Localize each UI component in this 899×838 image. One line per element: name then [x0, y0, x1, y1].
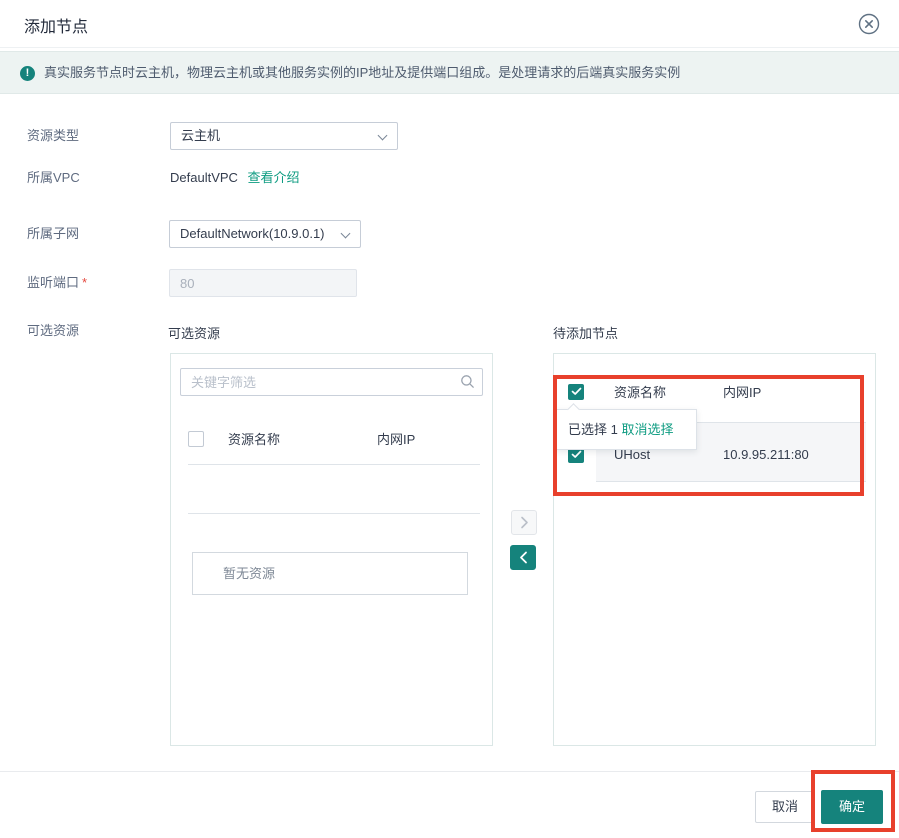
info-banner-text: 真实服务节点时云主机，物理云主机或其他服务实例的IP地址及提供端口组成。是处理请…	[44, 65, 681, 80]
dialog-title: 添加节点	[24, 19, 89, 36]
info-icon: !	[20, 66, 35, 81]
pending-panel-heading: 待添加节点	[553, 326, 619, 341]
resource-type-label: 资源类型	[27, 128, 80, 143]
table-divider	[188, 513, 480, 514]
table-divider	[188, 464, 480, 465]
table-divider	[596, 481, 866, 482]
available-panel-heading: 可选资源	[168, 326, 221, 341]
header-divider	[0, 47, 899, 48]
port-label: 监听端口 *	[27, 275, 88, 290]
close-icon[interactable]	[856, 11, 882, 37]
info-banner: ! 真实服务节点时云主机，物理云主机或其他服务实例的IP地址及提供端口组成。是处…	[0, 51, 899, 94]
confirm-button[interactable]: 确定	[821, 790, 883, 824]
chevron-right-icon	[520, 516, 528, 529]
selected-count-text: 已选择 1	[568, 422, 618, 437]
available-col-name: 资源名称	[228, 432, 281, 447]
resource-type-value: 云主机	[181, 128, 221, 143]
resource-type-select[interactable]: 云主机	[170, 122, 398, 150]
row-resource-ip: 10.9.95.211:80	[723, 447, 809, 462]
move-left-button[interactable]	[510, 545, 536, 570]
available-col-ip: 内网IP	[377, 432, 416, 447]
selection-tooltip: 已选择 1 取消选择	[556, 403, 697, 450]
chevron-left-icon	[519, 551, 527, 564]
check-icon	[571, 387, 581, 395]
search-field	[180, 368, 483, 396]
deselect-link[interactable]: 取消选择	[621, 422, 673, 437]
vpc-value: DefaultVPC 查看介绍	[170, 170, 300, 185]
add-node-dialog: 添加节点 ! 真实服务节点时云主机，物理云主机或其他服务实例的IP地址及提供端口…	[0, 0, 899, 838]
pending-select-all-checkbox[interactable]	[568, 384, 584, 400]
subnet-value: DefaultNetwork(10.9.0.1)	[180, 226, 325, 241]
available-resources-panel	[170, 353, 493, 746]
required-mark: *	[82, 275, 88, 290]
vpc-intro-link[interactable]: 查看介绍	[248, 170, 300, 185]
resources-label: 可选资源	[27, 323, 80, 338]
pending-col-ip: 内网IP	[723, 385, 762, 400]
footer-divider	[0, 771, 899, 772]
search-icon[interactable]	[460, 374, 475, 392]
search-input[interactable]	[180, 368, 483, 396]
chevron-down-icon	[377, 130, 388, 141]
cancel-button[interactable]: 取消	[755, 791, 815, 823]
subnet-label: 所属子网	[27, 226, 80, 241]
check-icon	[571, 450, 581, 458]
pending-col-name: 资源名称	[614, 385, 667, 400]
vpc-label: 所属VPC	[27, 170, 80, 185]
port-input[interactable]	[169, 269, 357, 297]
select-all-checkbox[interactable]	[188, 431, 204, 447]
empty-state: 暂无资源	[192, 552, 468, 595]
move-right-button[interactable]	[511, 510, 537, 535]
chevron-down-icon	[340, 228, 351, 239]
subnet-select[interactable]: DefaultNetwork(10.9.0.1)	[169, 220, 361, 248]
